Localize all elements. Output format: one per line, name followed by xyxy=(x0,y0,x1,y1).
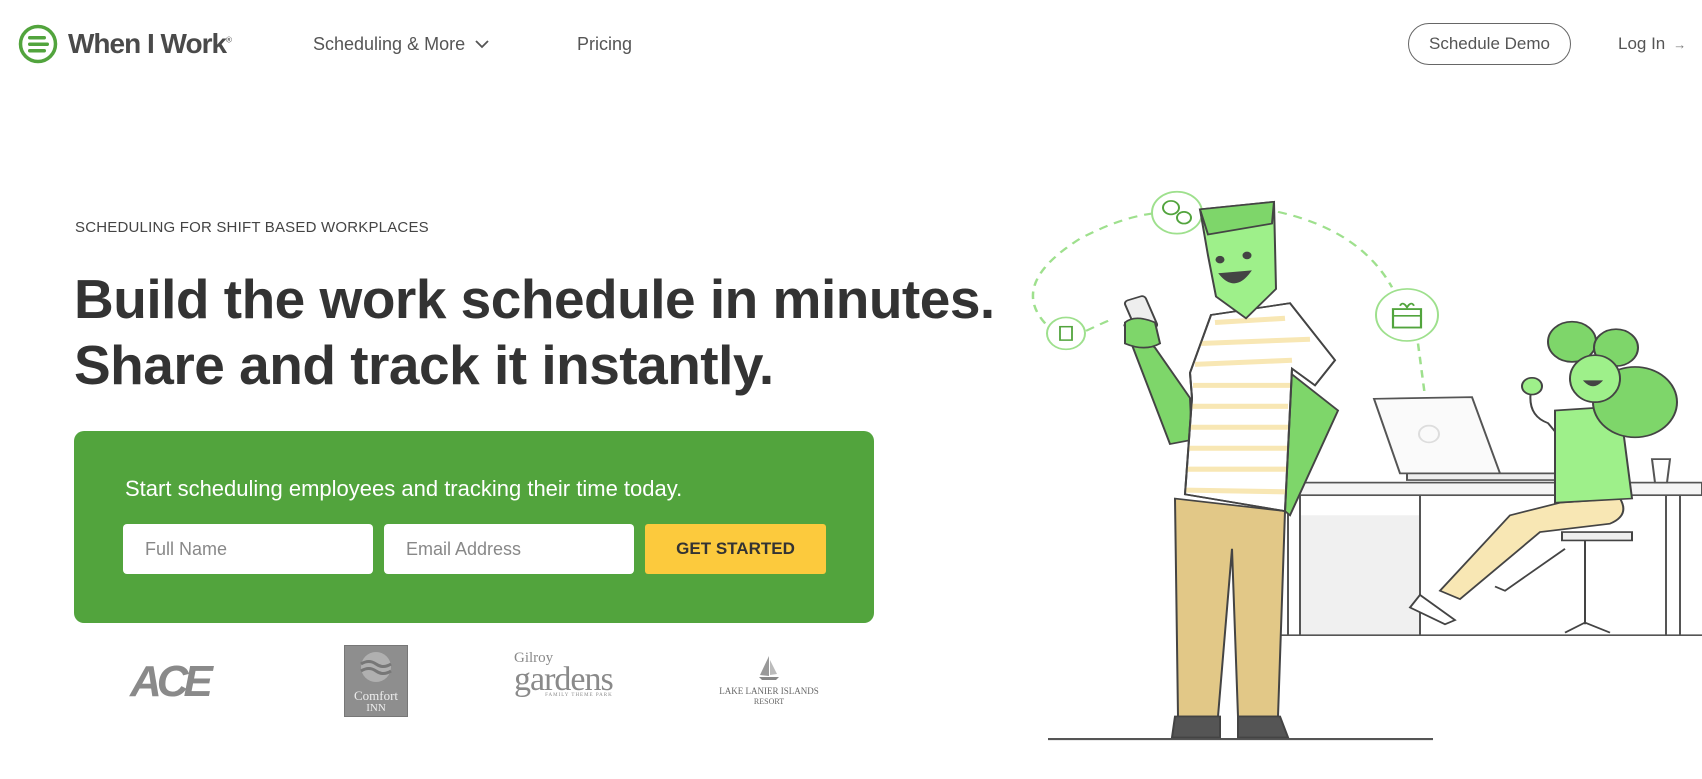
laptop xyxy=(1372,396,1558,481)
nav-label: Scheduling & More xyxy=(313,34,466,54)
man-character xyxy=(1122,200,1340,739)
gift-icon xyxy=(1375,288,1439,342)
nav-pricing[interactable]: Pricing xyxy=(577,34,632,55)
document-icon xyxy=(1046,316,1086,351)
logo-icon xyxy=(18,24,58,64)
signup-form: Start scheduling employees and tracking … xyxy=(74,431,874,623)
coffee-cup xyxy=(1650,458,1672,484)
chat-icon xyxy=(1151,190,1203,235)
ace-logo: ACE xyxy=(130,657,213,706)
get-started-button[interactable]: GET STARTED xyxy=(645,524,826,574)
lake-lanier-logo: LAKE LANIER ISLANDS RESORT xyxy=(714,655,824,706)
eyebrow: SCHEDULING FOR SHIFT BASED WORKPLACES xyxy=(75,219,429,236)
nav-scheduling-more[interactable]: Scheduling & More xyxy=(313,34,489,55)
chevron-down-icon xyxy=(475,40,489,49)
login-link[interactable]: Log In → xyxy=(1618,34,1686,54)
brand-logo[interactable]: When I Work® xyxy=(18,24,232,64)
sailboat-icon xyxy=(759,656,779,680)
schedule-demo-button[interactable]: Schedule Demo xyxy=(1408,23,1571,65)
full-name-input[interactable] xyxy=(123,524,373,574)
wave-icon xyxy=(360,652,392,682)
headline-line-1: Build the work schedule in minutes. xyxy=(74,268,995,330)
gilroy-gardens-logo: Gilroy gardens FAMILY THEME PARK xyxy=(514,650,614,698)
comfort-inn-logo: Comfort INN xyxy=(344,645,408,717)
brand-name: When I Work® xyxy=(68,28,232,59)
headline-line-2: Share and track it instantly. xyxy=(74,334,774,396)
hero-illustration xyxy=(1031,190,1702,741)
signup-subtitle: Start scheduling employees and tracking … xyxy=(125,476,683,501)
arrow-right-icon: → xyxy=(1673,36,1687,52)
email-input[interactable] xyxy=(384,524,634,574)
login-label: Log In xyxy=(1618,34,1666,53)
page-title: Build the work schedule in minutes. Shar… xyxy=(74,266,995,398)
